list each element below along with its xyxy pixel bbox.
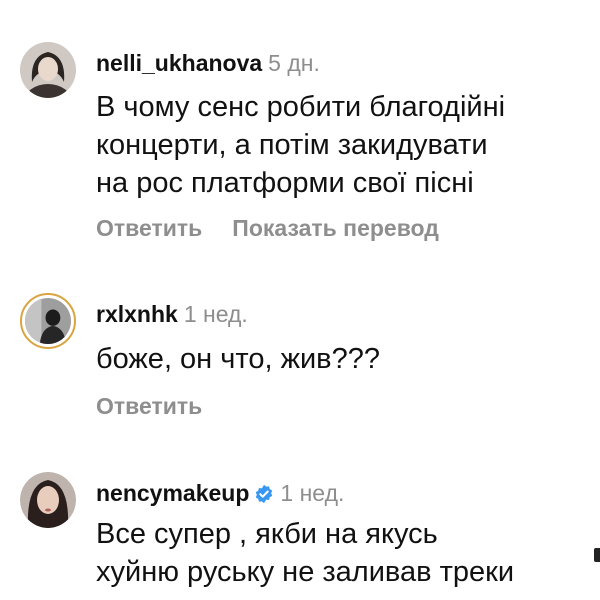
- reply-button[interactable]: Ответить: [96, 393, 202, 419]
- comment-line: В чому сенс робити благодійні: [96, 91, 506, 123]
- comment-line: концерти, а потім закидувати: [96, 129, 488, 161]
- user-avatar-icon: [25, 298, 71, 344]
- username[interactable]: nencymakeup: [96, 480, 249, 506]
- comment-time: 5 дн.: [268, 50, 320, 76]
- verified-badge-icon: [256, 484, 273, 504]
- comment-actions: Ответить Показать перевод: [96, 214, 439, 242]
- comment-header: nelli_ukhanova 5 дн.: [96, 49, 320, 77]
- comment-line: на рос платформи свої пісні: [96, 167, 474, 199]
- comment-line: Все супер , якби на якусь: [96, 518, 438, 550]
- comment-time: 1 нед.: [183, 301, 248, 327]
- user-avatar-icon: [20, 472, 76, 528]
- avatar[interactable]: [20, 472, 76, 528]
- comment-line: хуйню руську не заливав треки: [96, 556, 515, 588]
- avatar[interactable]: [20, 293, 76, 349]
- avatar[interactable]: [20, 42, 76, 98]
- comment-text: В чому сенс робити благодійні концерти, …: [96, 88, 586, 202]
- user-avatar-icon: [20, 42, 76, 98]
- username[interactable]: nelli_ukhanova: [96, 50, 262, 76]
- comment-header: nencymakeup 1 нед.: [96, 479, 344, 507]
- comment-time: 1 нед.: [280, 480, 345, 506]
- translate-button[interactable]: Показать перевод: [232, 215, 439, 241]
- comment-line: боже, он что, жив???: [96, 343, 380, 375]
- comment-actions: Ответить: [96, 392, 202, 420]
- comment-text: боже, он что, жив???: [96, 340, 586, 378]
- username[interactable]: rxlxnhk: [96, 301, 178, 327]
- comment-text: Все супер , якби на якусь хуйню руську н…: [96, 515, 586, 591]
- comment-header: rxlxnhk 1 нед.: [96, 300, 248, 328]
- reply-button[interactable]: Ответить: [96, 215, 202, 241]
- scroll-indicator: [594, 548, 600, 562]
